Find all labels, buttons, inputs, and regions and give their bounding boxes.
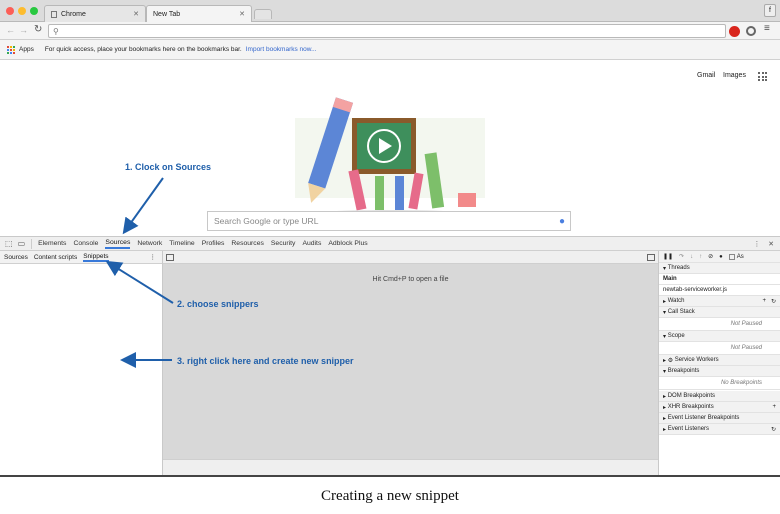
arrow-to-sources-tab bbox=[122, 177, 164, 235]
arrow-to-snippets-tab bbox=[105, 260, 174, 304]
figure-caption: Creating a new snippet bbox=[321, 488, 459, 504]
screenshot-page: Chrome ✕ New Tab ✕ f ← → ↻ ☆ ≡ ⚲ Apps Fo… bbox=[0, 0, 780, 514]
annotation-arrows bbox=[105, 177, 174, 368]
